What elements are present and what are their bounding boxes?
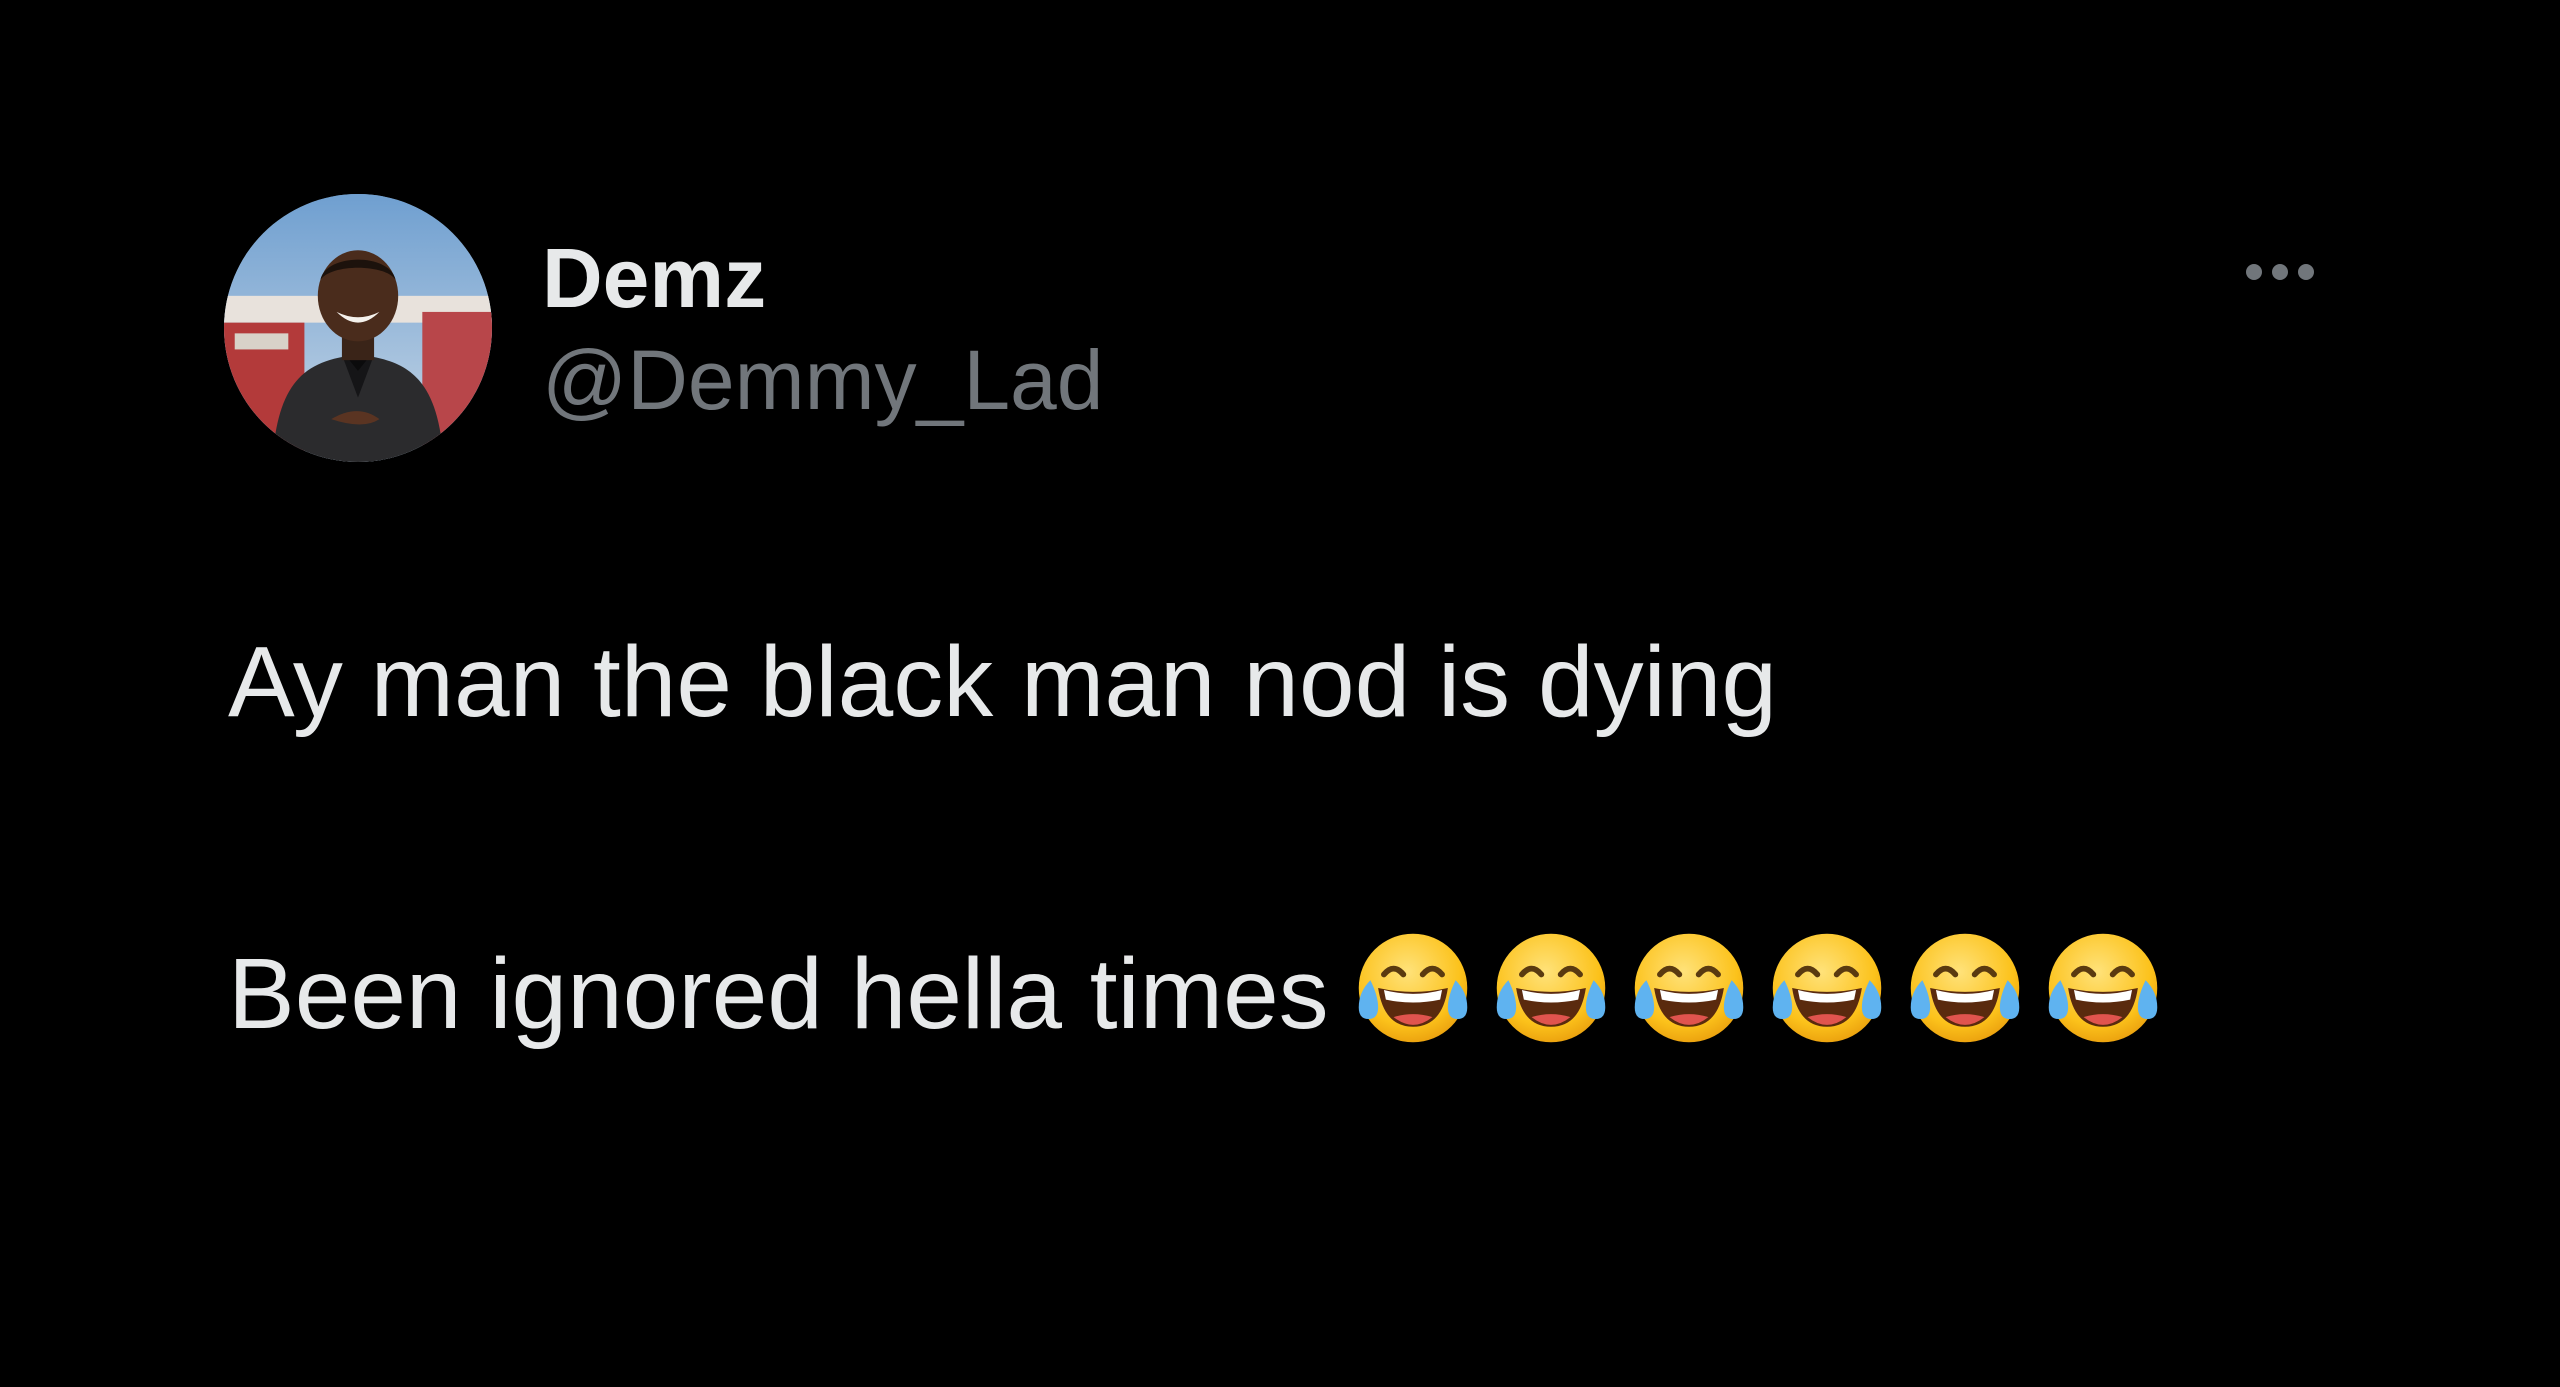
tweet-text-line: Been ignored hella times bbox=[228, 926, 2378, 1050]
tweet-text-line-content: Ay man the black man nod is dying bbox=[228, 626, 1778, 738]
face-with-tears-of-joy-emoji bbox=[1903, 926, 2027, 1050]
more-options-button[interactable] bbox=[2230, 250, 2330, 294]
face-with-tears-of-joy-emoji bbox=[2041, 926, 2165, 1050]
more-horizontal-icon bbox=[2272, 264, 2288, 280]
emoji-row bbox=[1351, 926, 2179, 1074]
more-horizontal-icon bbox=[2246, 264, 2262, 280]
more-horizontal-icon bbox=[2298, 264, 2314, 280]
tweet-card: Demz @Demmy_Lad Ay man the black man nod… bbox=[0, 0, 2560, 1387]
tweet-text-line-content: Been ignored hella times bbox=[228, 938, 1329, 1050]
face-with-tears-of-joy-emoji bbox=[1765, 926, 1889, 1050]
author-display-name[interactable]: Demz bbox=[542, 228, 766, 328]
author-handle[interactable]: @Demmy_Lad bbox=[542, 330, 1103, 430]
avatar[interactable] bbox=[224, 194, 492, 462]
face-with-tears-of-joy-emoji bbox=[1627, 926, 1751, 1050]
tweet-text-line: Ay man the black man nod is dying bbox=[228, 624, 2378, 740]
face-with-tears-of-joy-emoji bbox=[1489, 926, 1613, 1050]
avatar-photo bbox=[224, 194, 492, 462]
tweet-text: Ay man the black man nod is dying Been i… bbox=[228, 624, 2378, 1050]
face-with-tears-of-joy-emoji bbox=[1351, 926, 1475, 1050]
